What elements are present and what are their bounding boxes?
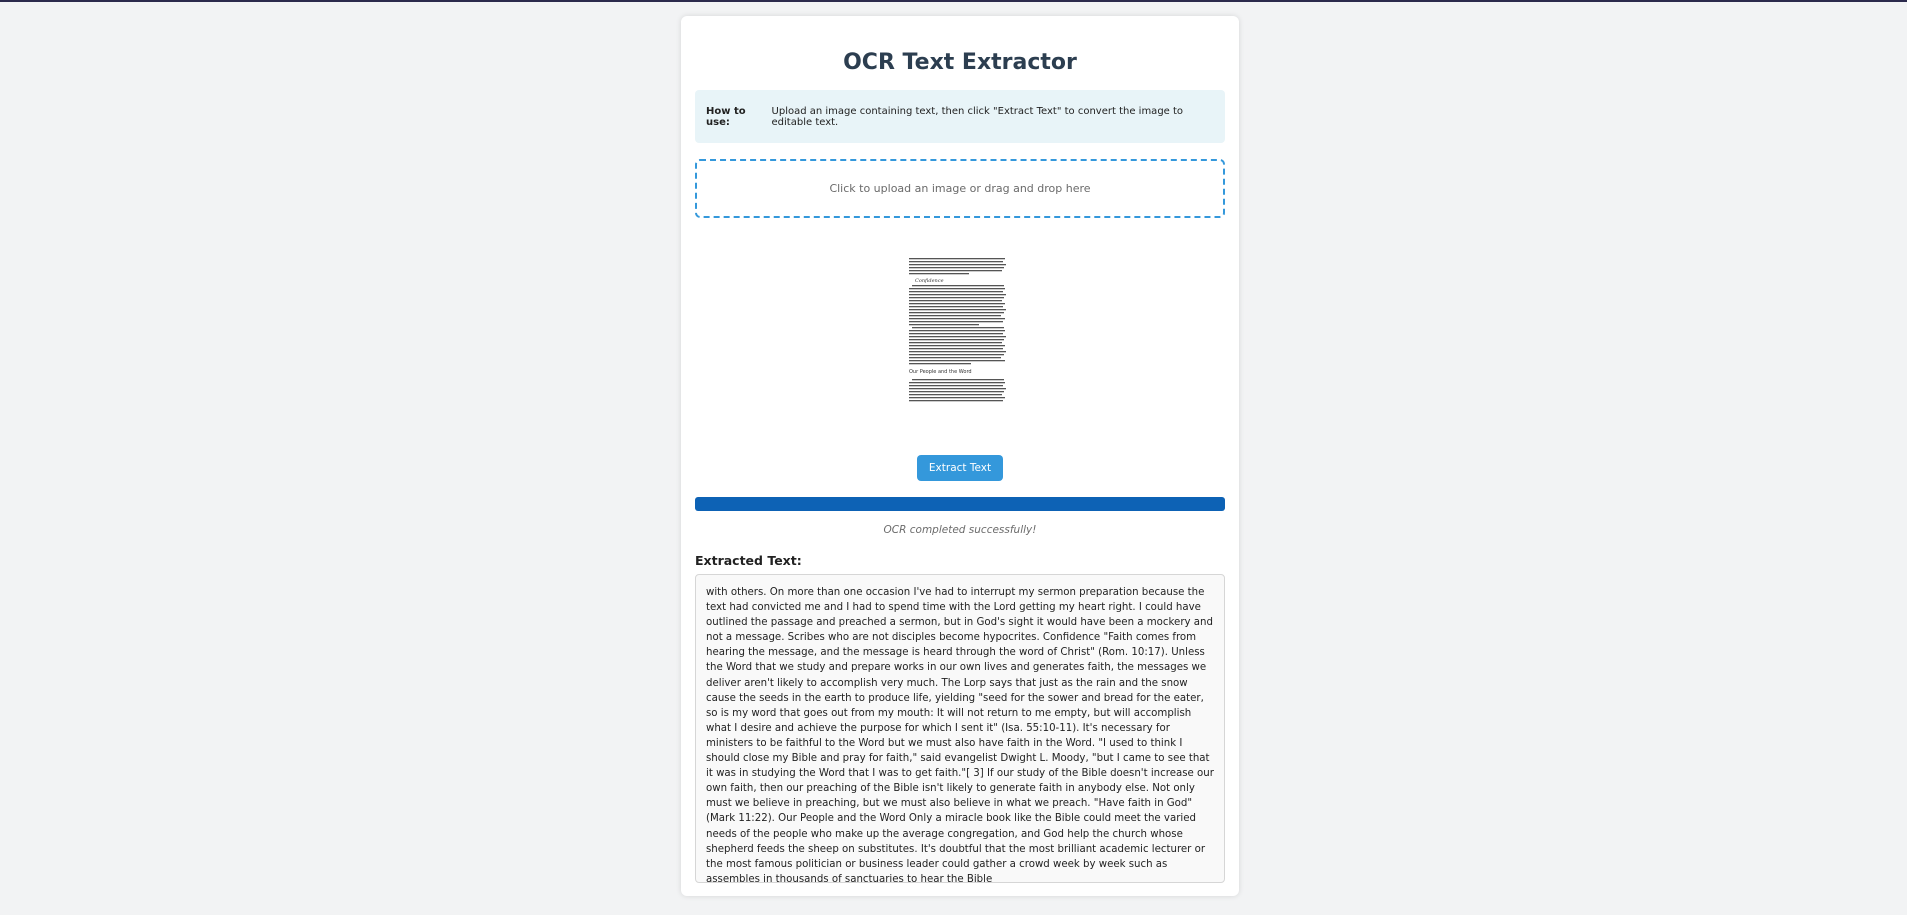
how-to-use-text: Upload an image containing text, then cl… bbox=[771, 105, 1184, 128]
how-to-use-banner: How to use: Upload an image containing t… bbox=[695, 90, 1225, 143]
progress-bar-fill bbox=[695, 497, 1225, 511]
progress-bar bbox=[695, 497, 1225, 511]
page-title: OCR Text Extractor bbox=[843, 50, 1077, 75]
extract-text-button[interactable]: Extract Text bbox=[917, 455, 1003, 481]
extracted-text-label: Extracted Text: bbox=[695, 553, 802, 568]
upload-dropzone[interactable]: Click to upload an image or drag and dro… bbox=[695, 159, 1225, 218]
preview-page-image: Confidence Our People and the Word bbox=[909, 258, 1006, 402]
image-preview: Confidence Our People and the Word bbox=[903, 252, 1017, 422]
how-to-use-label: How to use: bbox=[706, 105, 746, 128]
preview-heading-confidence: Confidence bbox=[915, 278, 944, 284]
extracted-text-area[interactable]: with others. On more than one occasion I… bbox=[695, 574, 1225, 883]
ocr-card: OCR Text Extractor How to use: Upload an… bbox=[681, 16, 1239, 896]
preview-heading-people: Our People and the Word bbox=[909, 369, 972, 375]
status-message: OCR completed successfully! bbox=[883, 524, 1037, 536]
upload-prompt: Click to upload an image or drag and dro… bbox=[829, 182, 1091, 195]
